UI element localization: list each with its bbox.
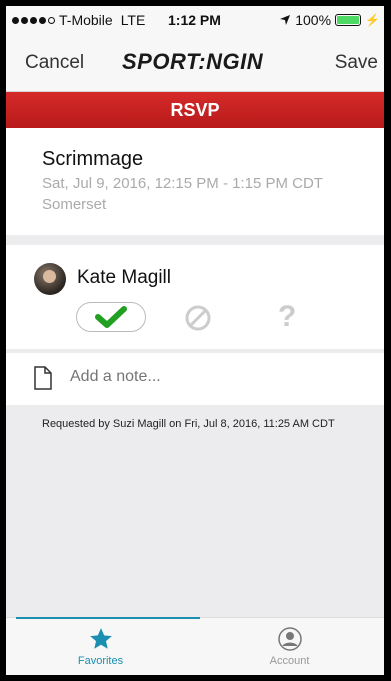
avatar — [34, 263, 66, 295]
cancel-button[interactable]: Cancel — [25, 52, 84, 74]
battery-icon — [335, 14, 362, 26]
signal-strength-icon — [12, 16, 55, 24]
note-row[interactable] — [6, 353, 384, 405]
status-left: T-Mobile LTE — [12, 12, 145, 28]
tab-account[interactable]: Account — [195, 618, 384, 675]
player-rsvp-card: Kate Magill ? — [6, 245, 384, 349]
location-arrow-icon — [280, 15, 291, 25]
star-icon — [89, 628, 112, 649]
battery-percent: 100% — [295, 12, 332, 28]
user-icon — [277, 627, 302, 651]
tab-favorites-label: Favorites — [77, 655, 124, 667]
note-input[interactable] — [70, 368, 350, 386]
rsvp-maybe-button[interactable]: ? — [278, 300, 296, 334]
checkmark-icon — [95, 306, 127, 328]
event-title: Scrimmage — [42, 148, 144, 170]
rsvp-yes-button[interactable] — [76, 302, 146, 332]
tab-account-label: Account — [269, 655, 310, 667]
tab-favorites[interactable]: Favorites — [6, 618, 195, 675]
battery-level — [337, 16, 360, 24]
event-card: Scrimmage Sat, Jul 9, 2016, 12:15 PM - 1… — [6, 128, 384, 235]
event-datetime: Sat, Jul 9, 2016, 12:15 PM - 1:15 PM CDT — [42, 175, 323, 192]
network-type: LTE — [120, 12, 146, 28]
document-icon — [34, 366, 52, 390]
tab-bar: Favorites Account — [6, 617, 384, 675]
status-right: 100% ⚡ — [279, 12, 380, 28]
navigation-bar: Cancel SPORT:NGIN Save — [6, 32, 384, 92]
rsvp-no-button[interactable] — [184, 304, 212, 332]
event-location: Somerset — [42, 196, 107, 213]
sportngin-logo: SPORT:NGIN — [122, 49, 264, 74]
rsvp-header: RSVP — [6, 92, 384, 128]
app-screen: T-Mobile LTE 1:12 PM 100% ⚡ Cancel SPORT… — [6, 6, 384, 675]
status-time: 1:12 PM — [168, 12, 221, 28]
player-name: Kate Magill — [77, 267, 171, 288]
carrier-name: T-Mobile — [59, 12, 113, 28]
charging-icon: ⚡ — [365, 13, 380, 27]
save-button[interactable]: Save — [335, 52, 378, 74]
request-info: Requested by Suzi Magill on Fri, Jul 8, … — [42, 418, 335, 430]
status-bar: T-Mobile LTE 1:12 PM 100% ⚡ — [6, 6, 384, 32]
